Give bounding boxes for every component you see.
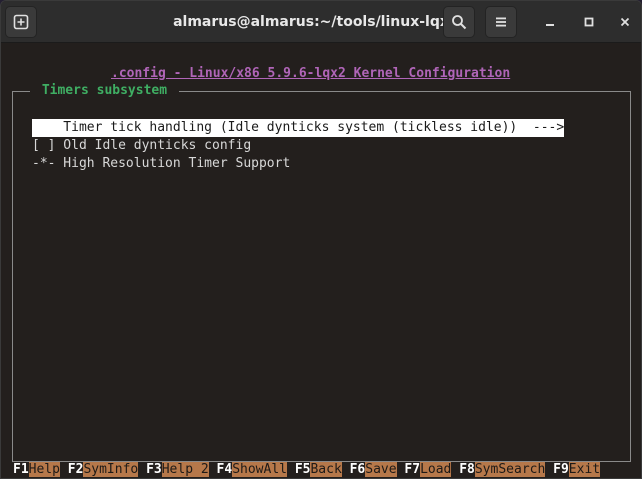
- menu-item-old-idle-dynticks[interactable]: [ ] Old Idle dynticks config: [32, 137, 251, 155]
- minimize-icon: [546, 24, 554, 26]
- fkey-help-2[interactable]: F3Help 2: [146, 461, 209, 478]
- close-button[interactable]: [612, 9, 638, 35]
- fkey-help[interactable]: F1Help: [13, 461, 60, 478]
- fkey-back[interactable]: F5Back: [295, 461, 342, 478]
- search-button[interactable]: [443, 6, 475, 38]
- function-key-bar: F1Help F2SymInfo F3Help 2 F4ShowAll F5Ba…: [13, 461, 601, 478]
- header-bar: almarus@almarus:~/tools/linux-lqx: [1, 1, 641, 43]
- fkey-save[interactable]: F6Save: [350, 461, 397, 478]
- section-title: Timers subsystem: [30, 82, 179, 100]
- fkey-symsearch[interactable]: F8SymSearch: [459, 461, 546, 478]
- fkey-load[interactable]: F7Load: [404, 461, 452, 478]
- search-icon: [452, 15, 467, 30]
- fkey-showall[interactable]: F4ShowAll: [217, 461, 287, 478]
- hamburger-menu-icon: [496, 17, 506, 27]
- maximize-button[interactable]: [576, 9, 602, 35]
- menu-item-timer-tick-handling[interactable]: Timer tick handling (Idle dynticks syste…: [32, 119, 565, 137]
- fkey-exit[interactable]: F9Exit: [553, 461, 601, 478]
- terminal-window: almarus@almarus:~/tools/linux-lqx .confi…: [0, 0, 642, 479]
- menu-item-high-resolution-timer[interactable]: -*- High Resolution Timer Support: [32, 155, 290, 173]
- fkey-syminfo[interactable]: F2SymInfo: [68, 461, 139, 478]
- close-icon: [620, 17, 630, 27]
- menu-button[interactable]: [485, 6, 517, 38]
- new-tab-button[interactable]: [5, 6, 37, 38]
- terminal-area[interactable]: .config - Linux/x86 5.9.6-lqx2 Kernel Co…: [1, 44, 641, 478]
- new-tab-icon: [13, 14, 29, 30]
- config-title: .config - Linux/x86 5.9.6-lqx2 Kernel Co…: [111, 66, 511, 81]
- maximize-icon: [584, 17, 594, 27]
- minimize-button[interactable]: [537, 9, 563, 35]
- window-title: almarus@almarus:~/tools/linux-lqx: [173, 14, 449, 30]
